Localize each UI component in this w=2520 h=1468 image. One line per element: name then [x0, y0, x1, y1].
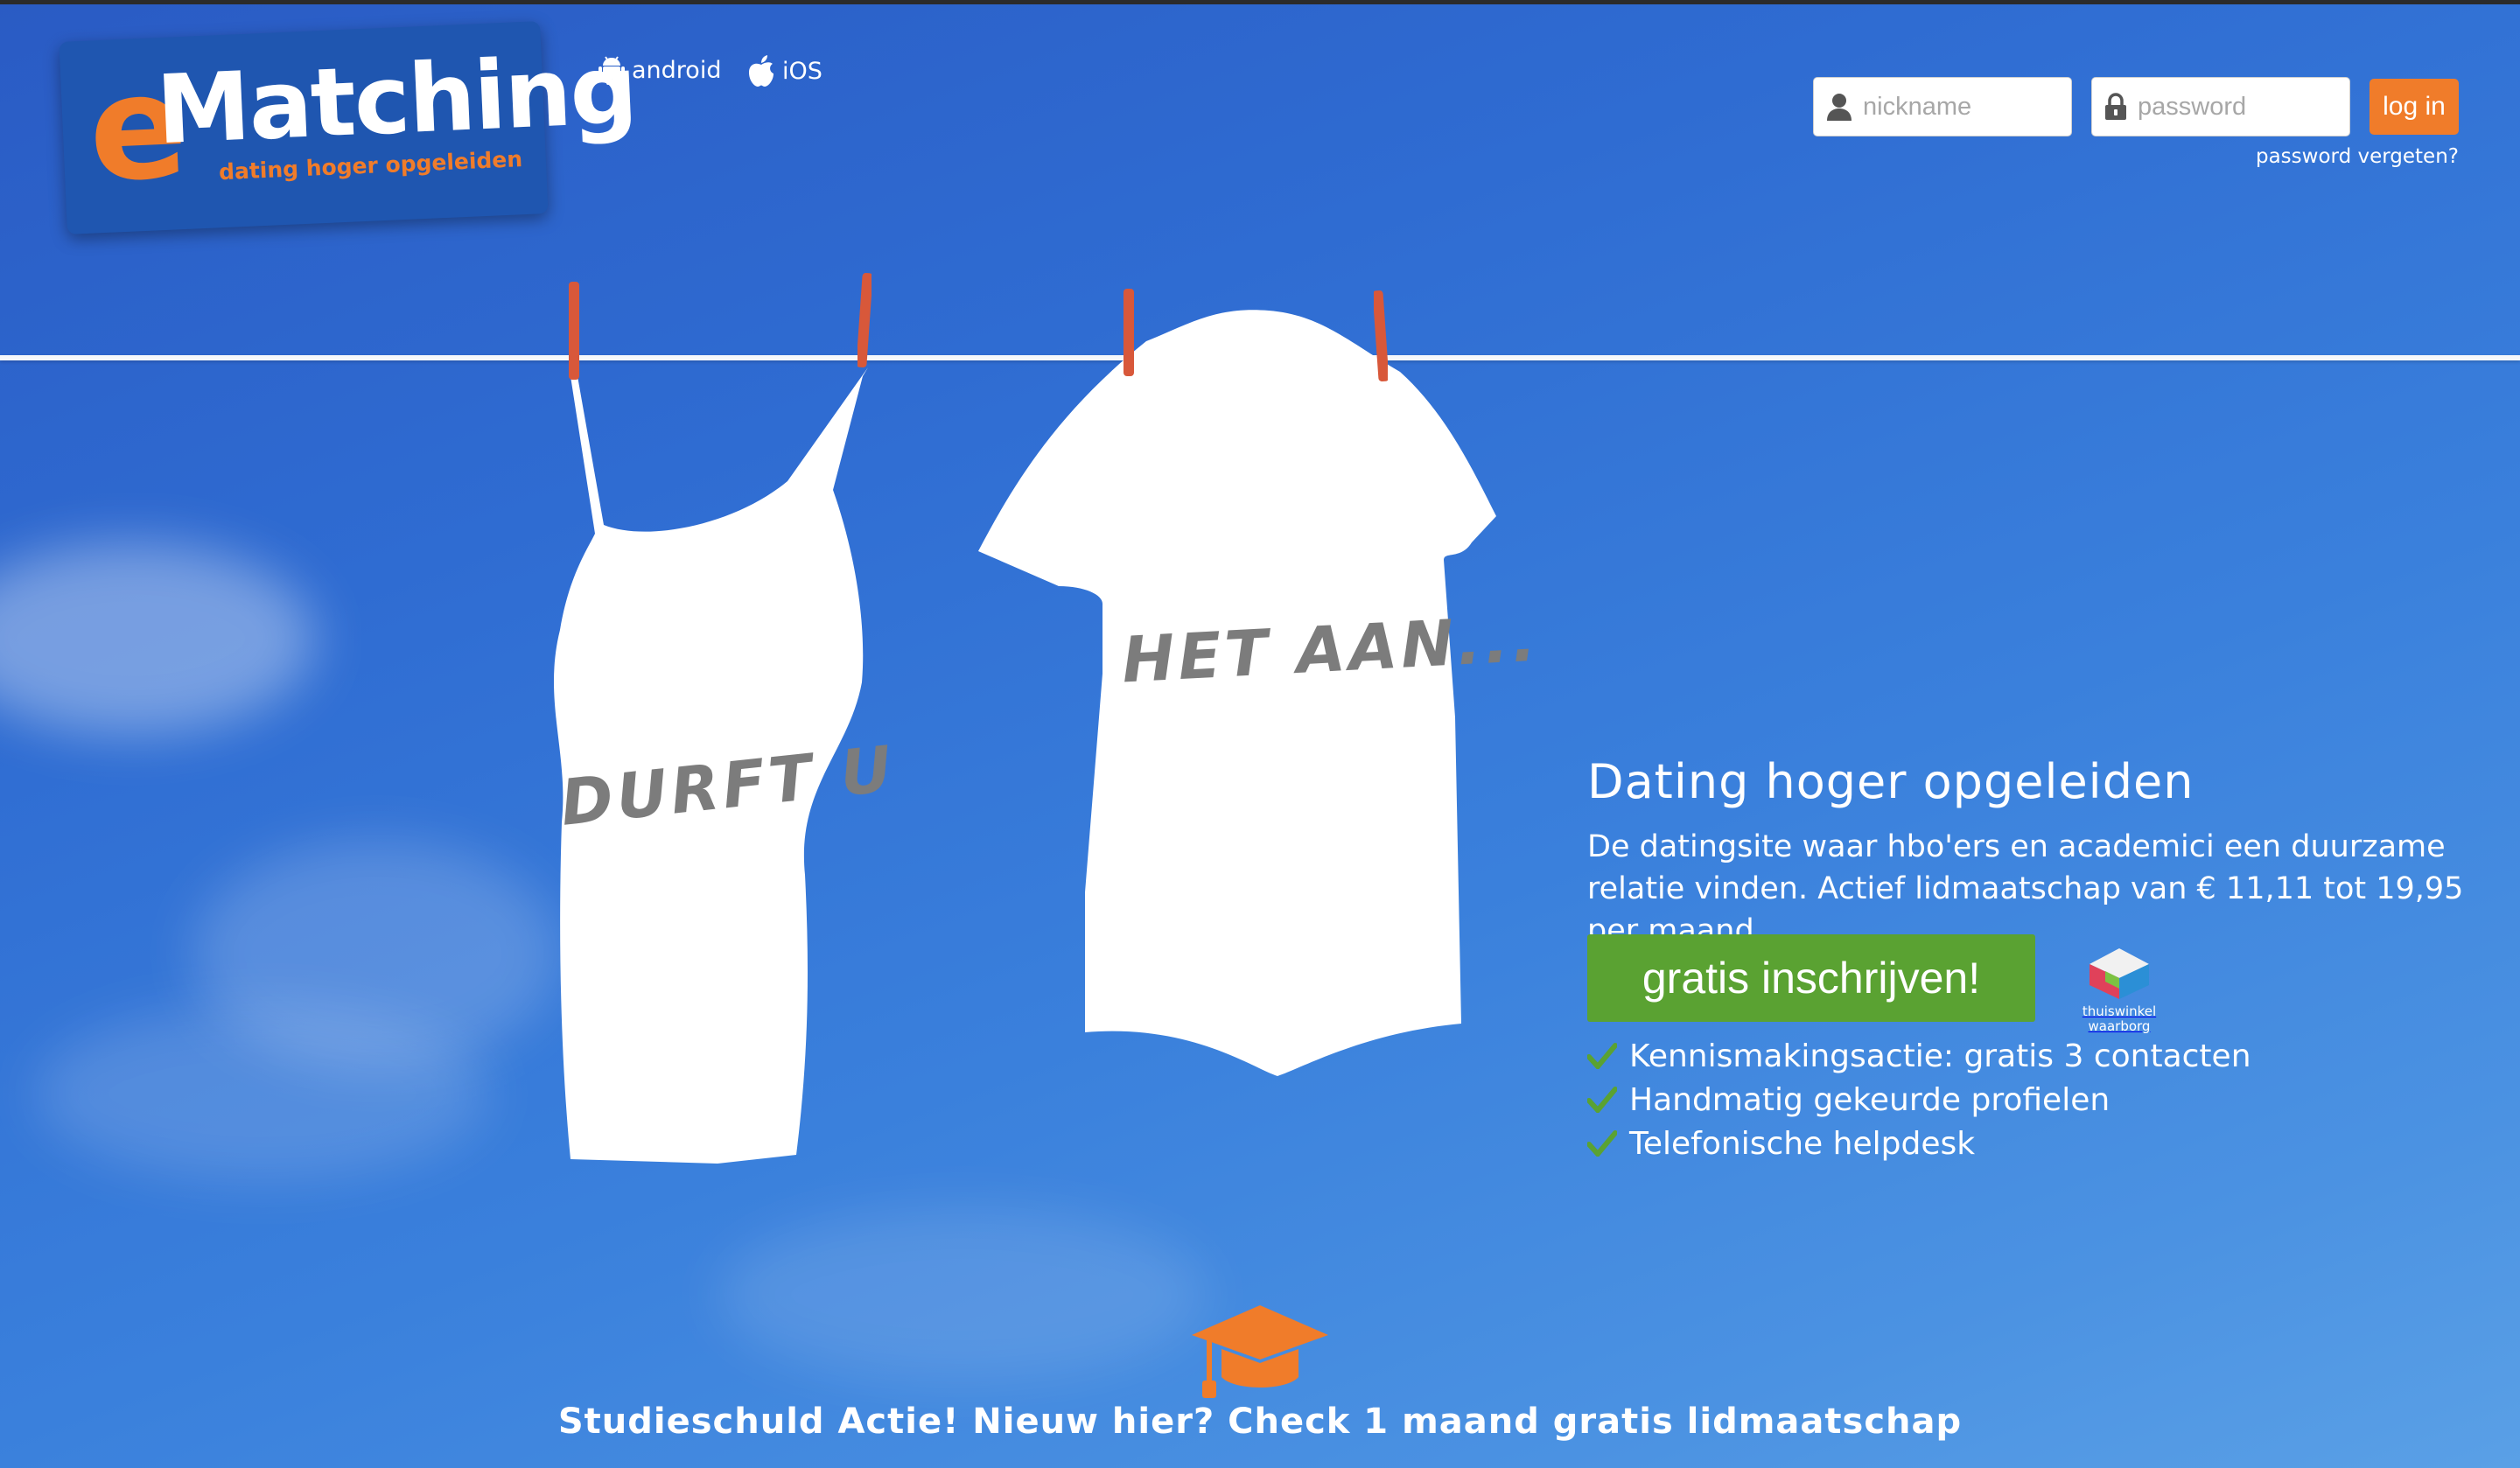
top-border	[0, 0, 2520, 4]
apple-icon	[749, 55, 774, 87]
forgot-password-link[interactable]: password vergeten?	[2256, 145, 2459, 168]
cloud	[35, 1006, 490, 1181]
promo-description: De datingsite waar hbo'ers en academici …	[1587, 829, 2464, 948]
list-item: Telefonische helpdesk	[1587, 1122, 2251, 1165]
android-app-link[interactable]: android	[598, 54, 721, 86]
feature-list: Kennismakingsactie: gratis 3 contacten H…	[1587, 1034, 2251, 1165]
student-offer-link[interactable]: Studieschuld Actie! Nieuw hier? Check 1 …	[0, 1402, 2520, 1442]
nickname-field[interactable]	[1813, 77, 2072, 136]
lock-icon	[2105, 93, 2126, 120]
clothespin-icon	[1374, 290, 1388, 381]
thuiswinkel-badge[interactable]: thuiswinkel waarborg	[2077, 947, 2161, 1034]
list-item: Handmatig gekeurde profielen	[1587, 1078, 2251, 1122]
user-icon	[1827, 94, 1852, 121]
cloud	[0, 542, 315, 735]
nickname-input[interactable]	[1861, 91, 2066, 122]
clothespin-icon	[1124, 289, 1134, 376]
check-icon	[1587, 1043, 1617, 1069]
logo-wordmark: Matching	[154, 35, 639, 166]
login-button[interactable]: log in	[2370, 79, 2459, 135]
logo[interactable]: e Matching dating hoger opgeleiden	[59, 21, 638, 234]
t-shirt-image	[978, 310, 1496, 1076]
thuiswinkel-icon	[2090, 948, 2149, 999]
clothespin-icon	[569, 282, 579, 380]
password-field[interactable]	[2091, 77, 2350, 136]
feature-label: Handmatig gekeurde profielen	[1629, 1081, 2110, 1118]
android-icon	[598, 56, 625, 85]
android-label: android	[632, 56, 722, 84]
clothespin-icon	[858, 273, 872, 367]
signup-button[interactable]: gratis inschrijven!	[1587, 934, 2035, 1022]
ios-app-link[interactable]: iOS	[747, 54, 822, 87]
tank-top-image	[553, 367, 868, 1164]
list-item: Kennismakingsactie: gratis 3 contacten	[1587, 1034, 2251, 1078]
check-icon	[1587, 1130, 1617, 1157]
ios-label: iOS	[782, 57, 822, 85]
check-icon	[1587, 1087, 1617, 1113]
feature-label: Telefonische helpdesk	[1629, 1125, 1976, 1162]
password-input[interactable]	[2136, 91, 2341, 122]
badge-line1: thuiswinkel	[2082, 1003, 2157, 1019]
badge-line2: waarborg	[2088, 1018, 2151, 1034]
promo-title: Dating hoger opgeleiden	[1587, 754, 2194, 809]
graduation-cap-icon	[1192, 1305, 1328, 1398]
feature-label: Kennismakingsactie: gratis 3 contacten	[1629, 1038, 2251, 1074]
cloud	[718, 1207, 1208, 1382]
